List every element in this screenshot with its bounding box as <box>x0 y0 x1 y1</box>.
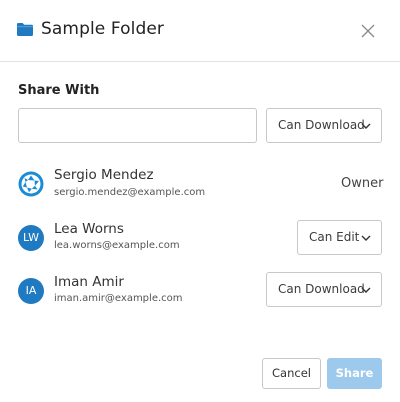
share-permission-dropdown[interactable]: Can Download <box>266 108 382 143</box>
close-icon[interactable] <box>356 19 380 43</box>
folder-icon <box>17 23 33 36</box>
aperture-logo-icon <box>18 171 44 197</box>
share-with-input[interactable] <box>18 108 257 143</box>
share-button[interactable]: Share <box>327 358 382 389</box>
permission-dropdown-lea-worns[interactable]: Can Edit <box>297 220 382 255</box>
cancel-button[interactable]: Cancel <box>262 358 321 389</box>
avatar: LW <box>18 225 44 251</box>
user-name: Sergio Mendez <box>54 167 154 183</box>
dialog-title: Sample Folder <box>41 19 164 39</box>
permission-value: Can Edit <box>309 230 360 244</box>
user-name: Lea Worns <box>54 221 124 237</box>
user-email: sergio.mendez@example.com <box>54 187 206 198</box>
share-with-label: Share With <box>18 83 100 98</box>
chevron-down-icon <box>361 235 371 241</box>
permission-value: Can Download <box>278 282 365 296</box>
close-button[interactable] <box>356 19 380 43</box>
user-row-sergio-mendez: Sergio Mendez sergio.mendez@example.com … <box>0 166 400 210</box>
permission-dropdown-iman-amir[interactable]: Can Download <box>266 272 382 307</box>
share-dialog: Sample Folder Share With Can Download Se… <box>0 0 400 402</box>
share-permission-value: Can Download <box>278 118 365 132</box>
dialog-header: Sample Folder <box>0 0 400 62</box>
user-email: lea.worns@example.com <box>54 240 180 251</box>
chevron-down-icon <box>361 123 371 129</box>
user-name: Iman Amir <box>54 274 124 290</box>
owner-label: Owner <box>341 176 384 191</box>
user-email: iman.amir@example.com <box>54 293 183 304</box>
chevron-down-icon <box>361 287 371 293</box>
avatar: IA <box>18 278 44 304</box>
